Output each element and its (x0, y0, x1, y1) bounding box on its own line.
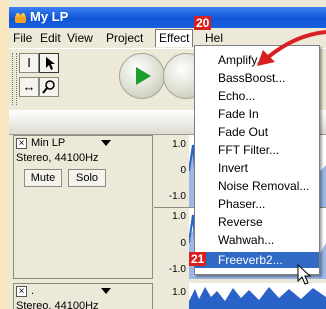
scale-label: 1.0 (172, 211, 186, 222)
solo-button[interactable]: Solo (68, 169, 106, 187)
track-2-scale: 1.0 (154, 283, 189, 309)
scale-label: 0 (180, 238, 186, 249)
menu-help[interactable]: Hel (205, 31, 223, 45)
menu-item-noise-removal[interactable]: Noise Removal... (195, 178, 319, 194)
effect-dropdown-menu: Amplify... BassBoost... Echo... Fade In … (194, 45, 320, 275)
app-window: My LP File Edit View Project Effect Hel … (9, 0, 326, 309)
menu-effect[interactable]: Effect (155, 29, 194, 47)
mute-button[interactable]: Mute (24, 169, 62, 187)
close-track-icon[interactable]: × (16, 286, 27, 297)
scale-label: 1.0 (172, 287, 186, 298)
menu-item-fft-filter[interactable]: FFT Filter... (195, 142, 319, 158)
menu-item-fade-in[interactable]: Fade In (195, 106, 319, 122)
audacity-app-icon (15, 13, 26, 23)
menu-item-bassboost[interactable]: BassBoost... (195, 70, 319, 86)
scale-label: 0 (180, 165, 186, 176)
track-1-info: Stereo, 44100Hz (16, 152, 99, 164)
play-button[interactable] (119, 53, 165, 99)
menu-item-phaser[interactable]: Phaser... (195, 196, 319, 212)
close-track-icon[interactable]: × (16, 138, 27, 149)
track-menu-chevron-down-icon[interactable] (101, 288, 111, 294)
track-menu-chevron-down-icon[interactable] (101, 140, 111, 146)
scale-label: -1.0 (168, 191, 186, 202)
menu-view[interactable]: View (67, 31, 93, 45)
envelope-tool-icon[interactable] (39, 53, 59, 73)
track-2-waveform[interactable] (189, 283, 326, 309)
callout-badge-21: 21 (189, 252, 207, 266)
track-1-panel: × Min LP Stereo, 44100Hz Mute Solo (13, 135, 153, 279)
transport-controls (105, 53, 209, 105)
track-2-panel: × . Stereo, 44100Hz (13, 283, 153, 309)
menu-item-fade-out[interactable]: Fade Out (195, 124, 319, 140)
menu-file[interactable]: File (13, 31, 32, 45)
menu-item-reverse[interactable]: Reverse (195, 214, 319, 230)
menu-item-echo[interactable]: Echo... (195, 88, 319, 104)
timeshift-tool-icon[interactable]: ↔ (19, 77, 39, 97)
track-1-scale-top: 1.0 0 -1.0 (154, 135, 189, 207)
menu-item-invert[interactable]: Invert (195, 160, 319, 176)
callout-arrow-icon (257, 30, 326, 66)
track-2-name[interactable]: . (31, 285, 34, 297)
track-1-name[interactable]: Min LP (31, 137, 65, 149)
menu-project[interactable]: Project (106, 31, 143, 45)
selection-tool-icon[interactable]: I (19, 53, 39, 73)
toolbar-grip[interactable] (12, 53, 17, 105)
zoom-tool-icon[interactable] (39, 77, 59, 97)
track-1-scale-bottom: 1.0 0 -1.0 (154, 207, 189, 280)
scale-label: -1.0 (168, 264, 186, 275)
scale-label: 1.0 (172, 139, 186, 150)
track-2-info: Stereo, 44100Hz (16, 300, 99, 309)
window-title: My LP (30, 9, 69, 24)
play-icon (136, 67, 151, 85)
menu-item-wahwah[interactable]: Wahwah... (195, 232, 319, 248)
menu-edit[interactable]: Edit (40, 31, 61, 45)
mouse-cursor-icon (297, 264, 312, 285)
title-bar: My LP (9, 7, 326, 28)
callout-badge-20: 20 (194, 16, 212, 30)
